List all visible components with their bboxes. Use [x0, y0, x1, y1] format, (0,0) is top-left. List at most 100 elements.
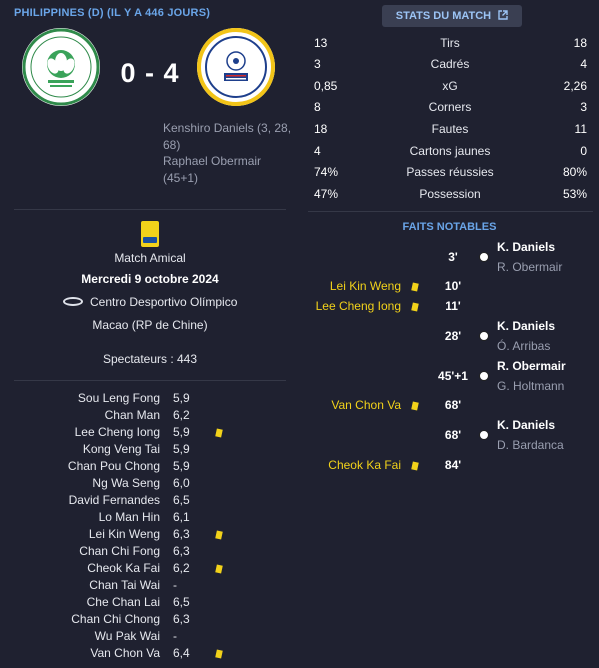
player-name: Kong Veng Tai	[82, 442, 160, 456]
goal-assist: G. Holtmann	[497, 379, 565, 393]
lineup-row[interactable]: Sou Leng Fong 5,9	[0, 389, 300, 406]
lineup-row[interactable]: Chan Pou Chong 5,9	[0, 457, 300, 474]
stadium-icon	[63, 297, 83, 306]
spectators: Spectateurs : 443	[102, 352, 198, 366]
match-summary-panel: PHILIPPINES (D) (IL Y A 446 JOURS) 0 - 4…	[0, 0, 300, 668]
event-minute: 11'	[445, 299, 461, 313]
player-rating: 6,2	[173, 408, 190, 422]
player-name: David Fernandes	[68, 493, 160, 507]
goal-scorer: K. Daniels	[497, 418, 556, 432]
player-rating: 5,9	[173, 425, 190, 439]
player-name: Chan Pou Chong	[67, 459, 160, 473]
opponent-header[interactable]: PHILIPPINES (D) (IL Y A 446 JOURS)	[14, 7, 210, 19]
player-name: Ng Wa Seng	[92, 476, 160, 490]
lineup-row[interactable]: Lo Man Hin 6,1	[0, 508, 300, 525]
goal-scorer: K. Daniels	[497, 319, 556, 333]
yellow-card-icon	[411, 461, 419, 471]
match-city: Macao (RP de Chine)	[92, 318, 208, 332]
lineup-row[interactable]: Lee Cheng Iong 5,9	[0, 423, 300, 440]
lineup-row[interactable]: Che Chan Lai 6,5	[0, 593, 300, 610]
lineup-row[interactable]: Chan Man 6,2	[0, 406, 300, 423]
event-card[interactable]: Cheok Ka Fai 84'	[300, 457, 599, 475]
football-icon	[479, 252, 489, 262]
player-rating: 5,9	[173, 459, 190, 473]
yellow-card-icon	[411, 401, 419, 411]
event-goal[interactable]: 3' K. Daniels R. Obermair	[300, 238, 599, 276]
booked-player: Lei Kin Weng	[329, 279, 401, 293]
divider	[14, 380, 286, 381]
lineup-row[interactable]: Van Chon Va 6,4	[0, 644, 300, 661]
competition-icon	[141, 221, 159, 247]
scorer-line: 68)	[163, 137, 181, 152]
lineup-row[interactable]: Lei Kin Weng 6,3	[0, 525, 300, 542]
event-minute: 45'+1	[438, 369, 468, 383]
event-goal[interactable]: 45'+1 R. Obermair G. Holtmann	[300, 357, 599, 395]
goal-scorer: R. Obermair	[497, 359, 566, 373]
player-rating: 6,3	[173, 612, 190, 626]
player-name: Chan Man	[104, 408, 160, 422]
stadium-name: Centro Desportivo Olímpico	[90, 295, 238, 309]
event-goal[interactable]: 28' K. Daniels Ó. Arribas	[300, 318, 599, 356]
key-events-list: 3' K. Daniels R. Obermair Lei Kin Weng 1…	[300, 0, 599, 668]
lineup-row[interactable]: Ng Wa Seng 6,0	[0, 474, 300, 491]
macau-crest-icon	[22, 28, 100, 106]
goal-assist: R. Obermair	[497, 260, 563, 274]
lineup-row[interactable]: David Fernandes 6,5	[0, 491, 300, 508]
player-rating: 6,5	[173, 595, 190, 609]
booked-player: Cheok Ka Fai	[328, 458, 401, 472]
event-minute: 68'	[444, 428, 462, 442]
player-name: Wu Pak Wai	[94, 629, 160, 643]
goal-scorer: K. Daniels	[497, 240, 556, 254]
player-rating: 6,5	[173, 493, 190, 507]
event-minute: 28'	[444, 329, 462, 343]
competition-name[interactable]: Match Amical	[14, 251, 286, 265]
scorer-line: Raphael Obermair	[163, 154, 262, 168]
player-name: Lee Cheng Iong	[74, 425, 160, 439]
player-rating: 6,3	[173, 527, 190, 541]
goal-assist: Ó. Arribas	[497, 339, 551, 353]
player-name: Cheok Ka Fai	[87, 561, 160, 575]
event-card[interactable]: Lee Cheng Iong 11'	[300, 298, 599, 316]
player-rating: 6,3	[173, 544, 190, 558]
match-score: 0 - 4	[120, 58, 180, 88]
yellow-card-icon	[215, 564, 223, 574]
lineup-row[interactable]: Chan Tai Wai -	[0, 576, 300, 593]
lineup-row[interactable]: Kong Veng Tai 5,9	[0, 440, 300, 457]
player-name: Chan Tai Wai	[89, 578, 160, 592]
lineup-row[interactable]: Wu Pak Wai -	[0, 627, 300, 644]
lineup-row[interactable]: Cheok Ka Fai 6,2	[0, 559, 300, 576]
pff-crest-icon	[197, 28, 275, 106]
event-card[interactable]: Van Chon Va 68'	[300, 397, 599, 415]
football-icon	[479, 430, 489, 440]
booked-player: Van Chon Va	[331, 398, 401, 412]
yellow-card-icon	[215, 428, 223, 438]
player-name: Chan Chi Chong	[71, 612, 160, 626]
yellow-card-icon	[411, 302, 419, 312]
football-icon	[479, 331, 489, 341]
match-date: Mercredi 9 octobre 2024	[81, 272, 219, 286]
event-card[interactable]: Lei Kin Weng 10'	[300, 278, 599, 296]
away-team-badge[interactable]	[197, 28, 275, 106]
goal-assist: D. Bardanca	[497, 438, 564, 452]
player-rating: 6,0	[173, 476, 190, 490]
event-minute: 68'	[444, 398, 462, 412]
yellow-card-icon	[411, 282, 419, 292]
player-rating: 5,9	[173, 442, 190, 456]
scorer-line: (45+1)	[163, 170, 199, 185]
player-rating: 6,1	[173, 510, 190, 524]
home-team-badge[interactable]	[22, 28, 100, 106]
event-minute: 10'	[444, 279, 462, 293]
lineup-row[interactable]: Chan Chi Chong 6,3	[0, 610, 300, 627]
player-name: Chan Chi Fong	[79, 544, 160, 558]
booked-player: Lee Cheng Iong	[315, 299, 401, 313]
event-goal[interactable]: 68' K. Daniels D. Bardanca	[300, 417, 599, 455]
event-minute: 3'	[448, 250, 458, 264]
yellow-card-icon	[215, 530, 223, 540]
lineup-row[interactable]: Chan Chi Fong 6,3	[0, 542, 300, 559]
player-rating: -	[173, 578, 177, 592]
player-name: Lei Kin Weng	[88, 527, 160, 541]
football-icon	[479, 371, 489, 381]
player-name: Van Chon Va	[90, 646, 160, 660]
player-rating: 6,4	[173, 646, 190, 660]
divider	[14, 209, 286, 210]
